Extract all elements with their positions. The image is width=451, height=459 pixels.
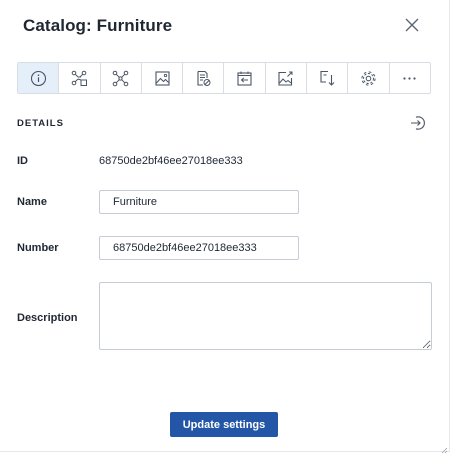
panel-toolbar — [17, 62, 431, 94]
network-icon — [112, 70, 129, 86]
description-label: Description — [17, 312, 78, 324]
id-label: ID — [17, 155, 28, 167]
tab-network[interactable] — [101, 63, 142, 93]
close-icon[interactable] — [403, 16, 421, 34]
id-value: 68750de2bf46ee27018ee333 — [99, 155, 243, 167]
tab-settings[interactable] — [348, 63, 390, 93]
tab-hierarchy[interactable] — [59, 63, 101, 93]
number-label: Number — [17, 242, 59, 254]
description-textarea[interactable] — [99, 282, 432, 350]
tab-image-export[interactable] — [266, 63, 308, 93]
document-block-icon — [197, 70, 211, 86]
tab-import[interactable] — [224, 63, 266, 93]
image-export-icon — [278, 71, 293, 86]
settings-gear-icon — [361, 70, 376, 86]
image-icon — [154, 70, 170, 86]
details-section-label: DETAILS — [17, 118, 64, 129]
name-input[interactable] — [99, 190, 299, 214]
update-settings-button[interactable]: Update settings — [170, 412, 278, 437]
tab-info[interactable] — [18, 63, 60, 93]
more-icon — [403, 76, 416, 80]
number-input[interactable] — [99, 236, 299, 260]
resize-handle-icon[interactable] — [440, 441, 448, 454]
import-icon — [237, 71, 252, 86]
download-icon — [320, 70, 335, 86]
info-icon — [30, 70, 46, 86]
sign-in-arrow-icon[interactable] — [409, 114, 427, 132]
tab-images[interactable] — [142, 63, 184, 93]
tab-documents[interactable] — [183, 63, 225, 93]
name-label: Name — [17, 196, 47, 208]
panel-title: Catalog: Furniture — [23, 16, 173, 35]
hierarchy-icon — [71, 70, 87, 86]
tab-download[interactable] — [307, 63, 349, 93]
tab-more[interactable] — [390, 63, 430, 93]
catalog-settings-panel: Catalog: Furniture DETAILS ID 68750de2bf… — [0, 0, 450, 454]
